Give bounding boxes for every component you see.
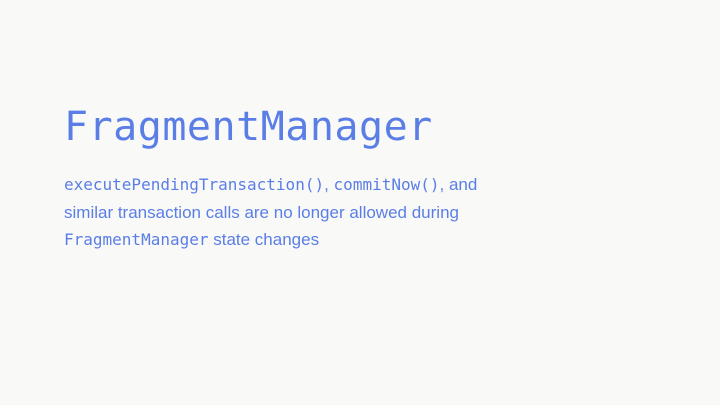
slide: FragmentManager executePendingTransactio… — [0, 0, 720, 405]
code-execute-pending-transaction: executePendingTransaction() — [64, 175, 325, 194]
body-text-and: , and — [439, 175, 478, 194]
body-text-state-changes: state changes — [208, 230, 320, 249]
body-line-2: similar transaction calls are no longer … — [64, 202, 459, 222]
body-line-3: FragmentManager state changes — [64, 226, 584, 254]
slide-body: executePendingTransaction(), commitNow()… — [64, 171, 584, 254]
code-fragment-manager: FragmentManager — [64, 230, 209, 249]
slide-title: FragmentManager — [64, 104, 433, 150]
body-separator: , — [324, 175, 334, 194]
body-line-1: executePendingTransaction(), commitNow()… — [64, 171, 584, 199]
code-commit-now: commitNow() — [333, 175, 440, 194]
